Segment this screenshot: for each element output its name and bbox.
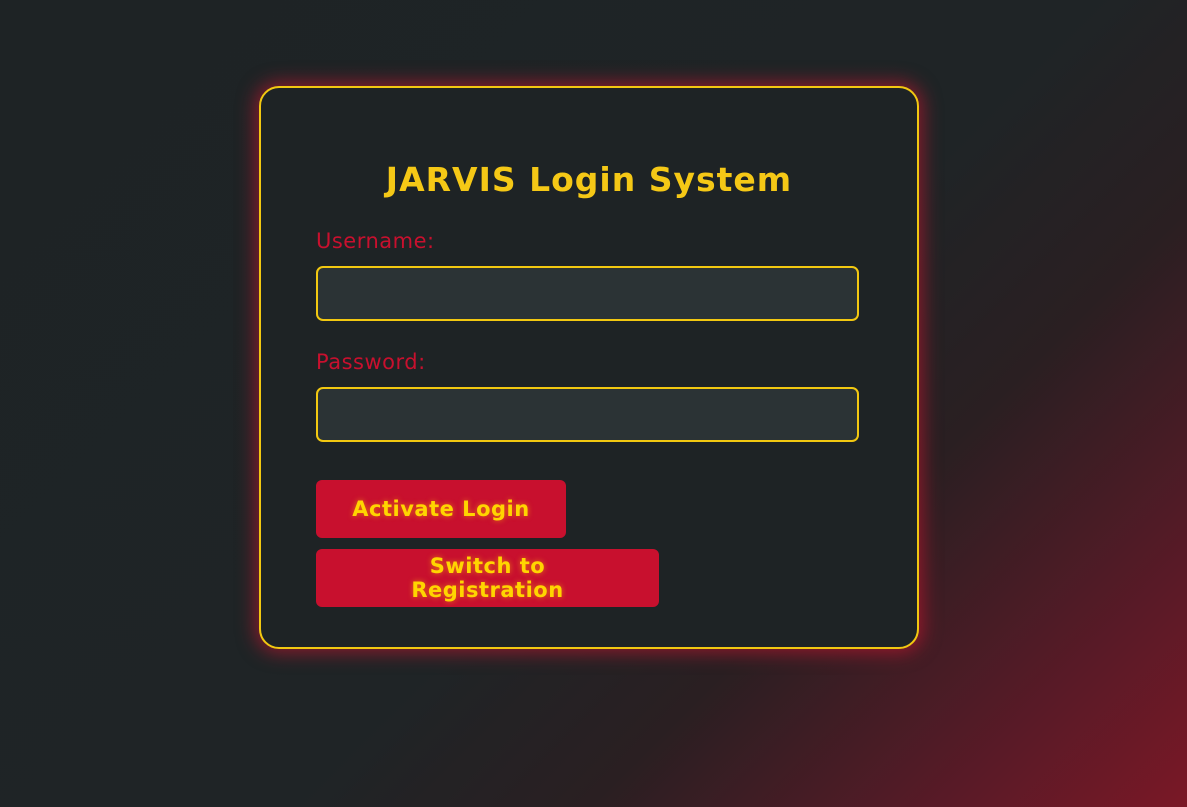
login-card: JARVIS Login System Username: Password: … — [259, 86, 919, 649]
login-title: JARVIS Login System — [385, 160, 793, 199]
username-input[interactable] — [316, 266, 859, 321]
password-input[interactable] — [316, 387, 859, 442]
username-label: Username: — [316, 229, 435, 253]
password-label: Password: — [316, 350, 426, 374]
switch-to-registration-button[interactable]: Switch to Registration — [316, 549, 659, 607]
activate-login-button[interactable]: Activate Login — [316, 480, 566, 538]
